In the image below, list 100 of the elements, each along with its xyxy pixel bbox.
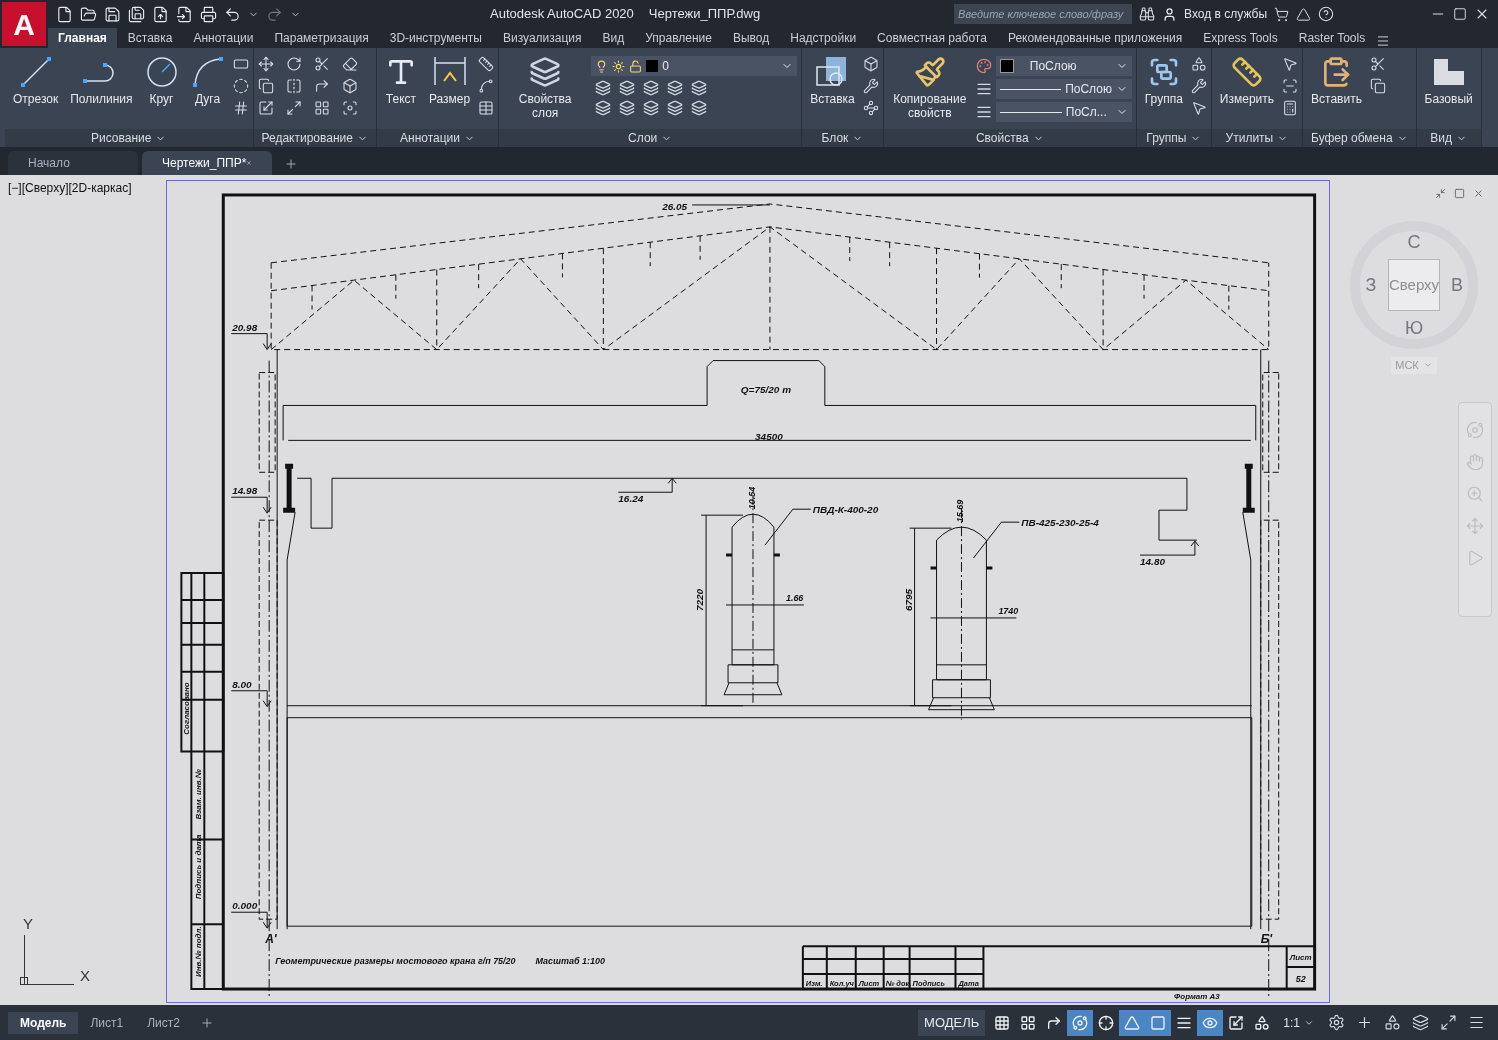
ribbon-tool-button[interactable]: Полилиния	[66, 52, 137, 106]
ribbon-tool-button[interactable]: Вставка	[806, 52, 859, 106]
folder-icon[interactable]	[80, 5, 97, 23]
ribbon-tab[interactable]: Вставка	[117, 28, 183, 48]
layout-tab[interactable]: Лист1	[78, 1011, 136, 1034]
new-layout-icon[interactable]	[199, 1015, 214, 1030]
mirror-icon[interactable]	[285, 78, 302, 94]
cube-icon[interactable]	[341, 78, 358, 94]
viewport-close-icon[interactable]	[1473, 188, 1484, 199]
ribbon-tab[interactable]: Главная	[48, 28, 117, 48]
print-icon[interactable]	[200, 5, 217, 23]
settings-icon[interactable]	[1327, 1014, 1345, 1031]
new-file-icon[interactable]	[56, 5, 73, 23]
move-icon[interactable]	[257, 56, 274, 72]
table-icon[interactable]	[478, 100, 495, 116]
panel-title[interactable]: Слои	[499, 129, 802, 147]
ribbon-tool-button[interactable]: Свойства слоя	[503, 52, 588, 120]
panel-title[interactable]: Блок	[802, 129, 883, 147]
ribbon-tool-button[interactable]: Копирование свойств	[887, 52, 972, 120]
leader-icon[interactable]	[478, 78, 495, 94]
search-field[interactable]: Введите ключевое слово/фразу	[954, 4, 1133, 24]
layout-tab[interactable]: Модель	[8, 1011, 79, 1034]
ribbon-tab[interactable]: Управление	[635, 28, 722, 48]
ribbon-tab[interactable]: Raster Tools	[1288, 28, 1376, 48]
model-space-button[interactable]: МОДЕЛЬ	[918, 1009, 986, 1036]
layer-tool-icon[interactable]	[643, 100, 660, 116]
menu-icon[interactable]	[1467, 1014, 1485, 1031]
create-block-icon[interactable]	[862, 56, 879, 72]
help-icon[interactable]	[1318, 6, 1335, 22]
property-dropdown[interactable]: ПоСл...	[995, 102, 1132, 122]
new-tab-icon[interactable]	[284, 157, 298, 171]
group-select-icon[interactable]	[1190, 100, 1207, 116]
status-toggle[interactable]	[1119, 1009, 1146, 1036]
viewport-restore-icon[interactable]	[1454, 188, 1465, 199]
layer-tool-icon[interactable]	[619, 80, 636, 96]
ribbon-tab[interactable]: Рекомендованные приложения	[997, 28, 1193, 48]
base-view-icon[interactable]	[1431, 57, 1466, 87]
property-dropdown[interactable]: ПоСлою	[995, 56, 1132, 76]
rotate-icon[interactable]	[285, 56, 302, 72]
layer-dropdown[interactable]: 0	[591, 56, 798, 76]
panel-title[interactable]: Аннотации	[376, 129, 499, 147]
ribbon-tab[interactable]: Надстройки	[780, 28, 867, 48]
copy-icon[interactable]	[257, 78, 274, 94]
ribbon-tool-button[interactable]: Текст	[380, 52, 421, 106]
import-icon[interactable]	[176, 5, 193, 23]
copy-icon[interactable]	[1369, 78, 1386, 94]
ribbon-tool-button[interactable]: Размер	[424, 52, 475, 106]
array-icon[interactable]	[313, 100, 330, 116]
cut-icon[interactable]	[1369, 56, 1386, 72]
ribbon-tab[interactable]: Параметризация	[264, 28, 379, 48]
sign-in-button[interactable]: Вход в службы	[1184, 5, 1268, 23]
group-edit-icon[interactable]	[1190, 78, 1207, 94]
binoculars-icon[interactable]	[1139, 6, 1156, 22]
layer-tool-icon[interactable]	[667, 80, 684, 96]
layer-tool-icon[interactable]	[595, 100, 612, 116]
layers-icon[interactable]	[529, 56, 562, 88]
status-toggle[interactable]	[1145, 1009, 1172, 1036]
panel-title[interactable]: Рисование	[5, 129, 253, 147]
document-tab[interactable]: Начало	[8, 151, 138, 175]
edit-block-icon[interactable]	[862, 78, 879, 94]
upload-icon[interactable]	[152, 5, 169, 23]
ribbon-tab[interactable]: Express Tools	[1193, 28, 1288, 48]
ribbon-tab[interactable]: Визуализация	[492, 28, 592, 48]
arc-icon[interactable]	[190, 55, 225, 89]
ribbon-tool-button[interactable]: Круг	[140, 52, 183, 106]
viewport-minimize-icon[interactable]	[1435, 188, 1446, 199]
ribbon-tool-button[interactable]: Вставить	[1307, 52, 1366, 106]
panel-title[interactable]: Группы	[1136, 129, 1211, 147]
layout-tab[interactable]: Лист2	[135, 1011, 192, 1034]
circle-icon[interactable]	[144, 55, 179, 89]
ruler-icon[interactable]	[1230, 56, 1263, 88]
quick-select-icon[interactable]	[1282, 56, 1298, 72]
redo-icon[interactable]	[266, 5, 283, 23]
property-dropdown[interactable]: ПоСлою	[995, 79, 1132, 99]
scissors-icon[interactable]	[313, 56, 330, 72]
panel-toggle-icon[interactable]	[1376, 34, 1391, 48]
app-logo[interactable]: A	[2, 2, 46, 46]
calculator-icon[interactable]	[1282, 100, 1298, 116]
save-icon[interactable]	[104, 5, 121, 23]
ribbon-tab[interactable]: 3D-инструменты	[379, 28, 492, 48]
viewport-label[interactable]: [−][Сверху][2D-каркас]	[0, 179, 166, 197]
ellipse-icon[interactable]	[232, 78, 249, 94]
ribbon-tool-button[interactable]: Дуга	[186, 52, 229, 106]
ribbon-tool-button[interactable]: Отрезок	[9, 52, 63, 106]
panel-title[interactable]: Редактирование	[253, 129, 376, 147]
ribbon-tool-button[interactable]: Базовый	[1420, 52, 1477, 106]
layer-tool-icon[interactable]	[643, 80, 660, 96]
fullscreen-icon[interactable]	[1439, 1014, 1457, 1031]
undo-icon[interactable]	[224, 5, 241, 23]
cart-icon[interactable]	[1274, 6, 1290, 22]
layer-tool-icon[interactable]	[619, 100, 636, 116]
paintbrush-icon[interactable]	[913, 56, 946, 88]
ribbon-tab[interactable]: Аннотации	[183, 28, 264, 48]
linear-dimension-icon[interactable]	[478, 56, 495, 72]
panel-title[interactable]: Свойства	[883, 129, 1136, 147]
layer-tool-icon[interactable]	[691, 80, 708, 96]
panel-title[interactable]: Утилиты	[1211, 129, 1302, 147]
triangle-icon[interactable]	[1296, 6, 1312, 22]
status-toggle[interactable]	[1197, 1009, 1224, 1036]
ribbon-tool-button[interactable]: Группа	[1140, 52, 1187, 106]
